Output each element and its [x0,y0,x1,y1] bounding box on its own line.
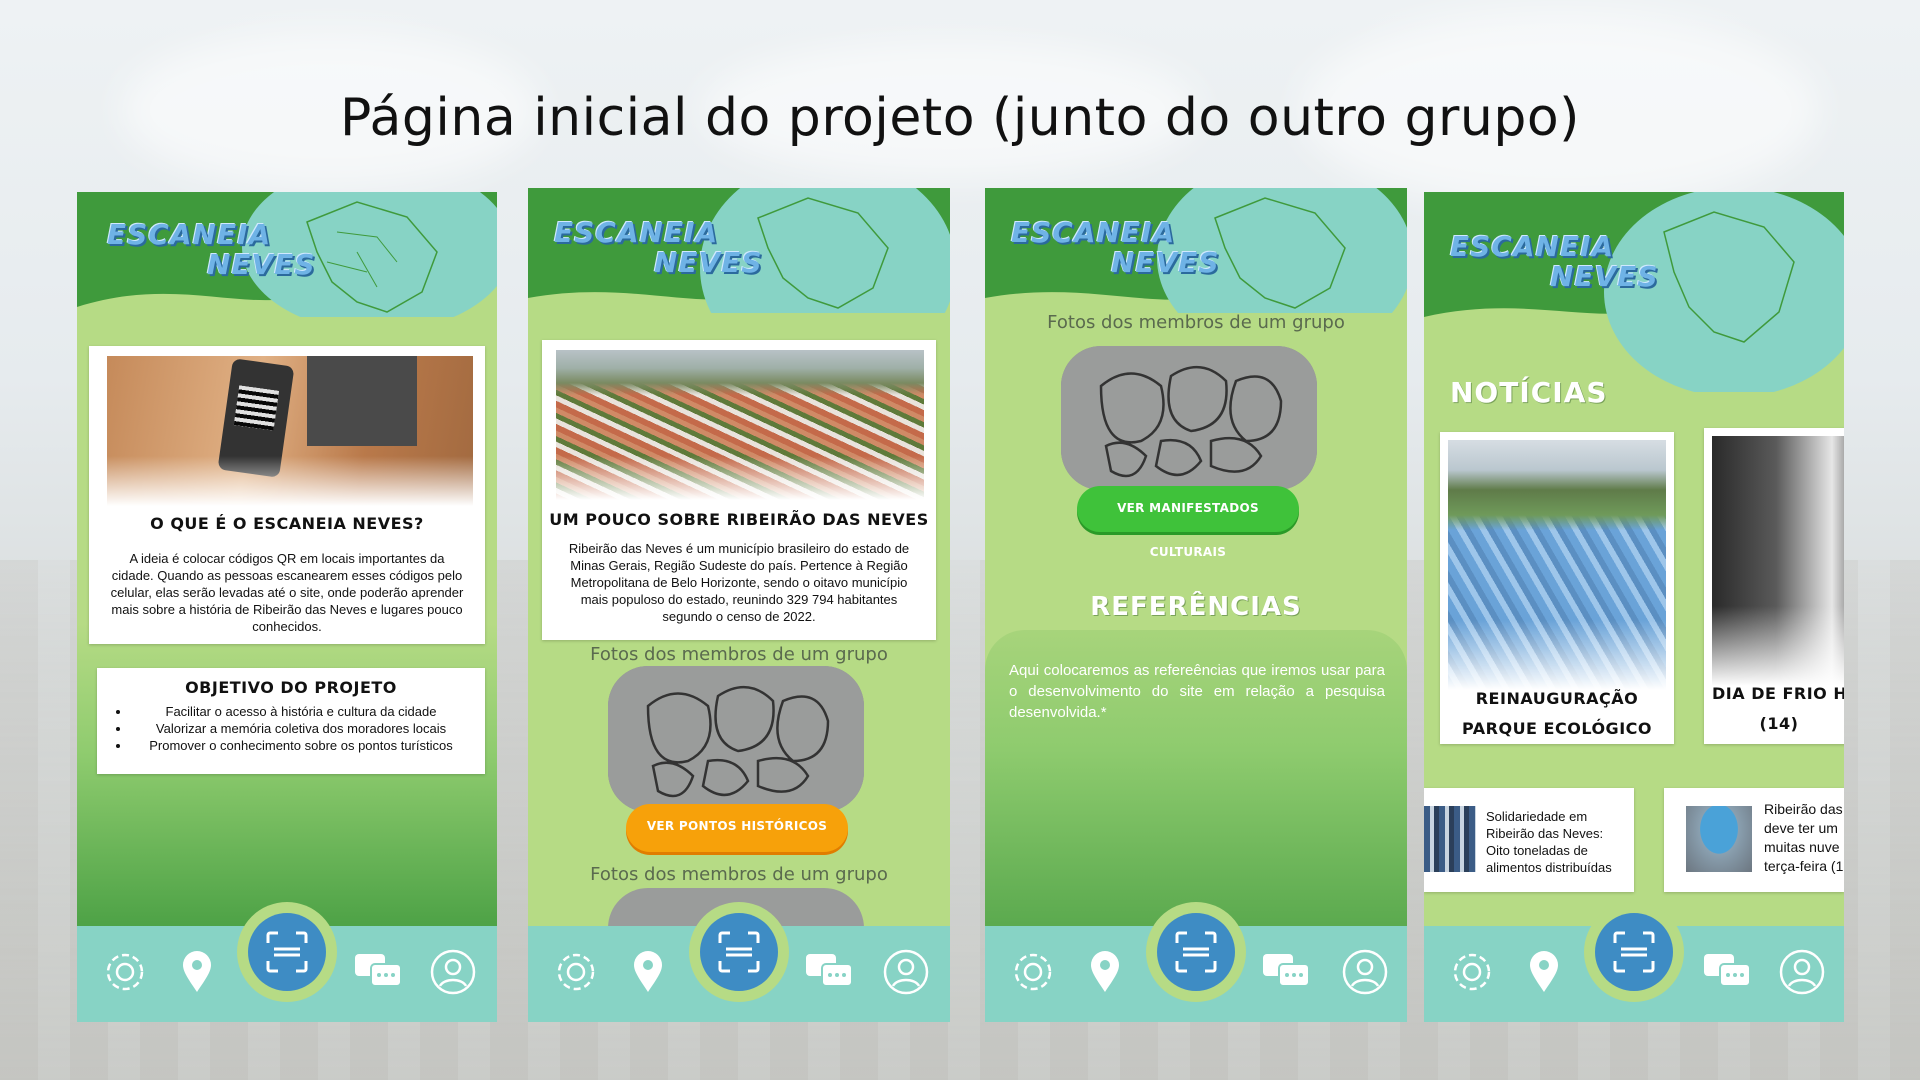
user-icon[interactable] [1339,946,1391,998]
food-donation-photo [1424,806,1476,872]
qr-scan-button[interactable] [1146,902,1246,1002]
logo-line2: NEVES [1550,260,1659,293]
logo-line1: ESCANEIA [1011,216,1176,249]
phone-screen-references: ESCANEIA NEVES Fotos dos membros de um g… [985,188,1407,1022]
city-title: UM POUCO SOBRE RIBEIRÃO DAS NEVES [549,510,929,529]
phone-screen-news: ESCANEIA NEVES NOTÍCIAS REINAUGURAÇÃO PA… [1424,192,1844,1022]
group-photo-caption: Fotos dos membros de um grupo [590,644,888,665]
about-title: O QUE É O ESCANEIA NEVES? [150,514,424,533]
qr-phone-photo [107,356,473,506]
photo-fade [1448,620,1666,690]
news-card[interactable]: REINAUGURAÇÃO PARQUE ECOLÓGICO [1440,432,1674,744]
references-title: REFERÊNCIAS [1090,592,1302,622]
objective-item: Valorizar a memória coletiva dos morador… [131,720,485,737]
location-pin-icon[interactable] [1518,946,1570,998]
objective-list: Facilitar o acesso à história e cultura … [97,703,485,754]
chat-icon[interactable] [1261,946,1313,998]
app-logo[interactable]: ESCANEIA NEVES [554,218,763,278]
rain-umbrella-photo [1686,806,1752,872]
qr-scan-icon [1613,931,1655,973]
group-photo-caption: Fotos dos membros de um grupo [590,864,888,885]
qr-scan-icon [266,931,308,973]
doodle-faces-drawing [608,666,864,812]
logo-line1: ESCANEIA [1450,230,1615,263]
objective-item: Promover o conhecimento sobre os pontos … [131,737,485,754]
bottom-nav [1424,902,1844,1022]
photo-fade [556,456,924,500]
qr-code-image [233,385,279,431]
news-card-subtitle: (14) [1759,714,1799,733]
gear-icon[interactable] [550,946,602,998]
app-logo[interactable]: ESCANEIA NEVES [107,220,316,280]
doodle-faces-drawing [1061,346,1317,490]
historic-points-button[interactable]: VER PONTOS HISTÓRICOS [626,804,848,852]
city-card: UM POUCO SOBRE RIBEIRÃO DAS NEVES Ribeir… [542,340,936,640]
bottom-nav [985,902,1407,1022]
chat-icon[interactable] [353,946,405,998]
news-list-text: Ribeirão das deve ter um muitas nuve ter… [1764,801,1844,874]
chat-icon[interactable] [1702,946,1754,998]
location-pin-icon[interactable] [171,946,223,998]
ecological-park-photo [1448,440,1666,690]
news-card-title: REINAUGURAÇÃO PARQUE ECOLÓGICO [1462,689,1652,738]
qr-scan-button[interactable] [689,902,789,1002]
logo-line1: ESCANEIA [107,218,272,251]
bottom-nav [77,902,497,1022]
logo-line2: NEVES [1111,246,1220,279]
gear-icon[interactable] [99,946,151,998]
photo-fade [107,456,473,506]
about-text: A ideia é colocar códigos QR em locais i… [110,551,464,634]
location-pin-icon[interactable] [1079,946,1131,998]
logo-line2: NEVES [654,246,763,279]
logo-line2: NEVES [207,248,316,281]
news-section-title: NOTÍCIAS [1450,376,1608,409]
qr-scan-icon [1175,931,1217,973]
qr-scan-icon [718,931,760,973]
app-logo[interactable]: ESCANEIA NEVES [1450,232,1659,292]
news-card[interactable]: DIA DE FRIO HO (14) [1704,428,1844,744]
gear-icon[interactable] [1446,946,1498,998]
group-photo [608,666,864,812]
qr-scan-button[interactable] [1584,902,1684,1002]
tablet-device [307,356,417,446]
slide-title: Página inicial do projeto (junto do outr… [340,88,1580,148]
city-aerial-photo [556,350,924,500]
user-icon[interactable] [1776,946,1828,998]
user-icon[interactable] [880,946,932,998]
location-pin-icon[interactable] [622,946,674,998]
news-list-item[interactable]: Solidariedade em Ribeirão das Neves: Oit… [1424,788,1634,892]
bottom-nav [528,902,950,1022]
news-card-title: DIA DE FRIO HO [1712,684,1844,703]
news-list-text: Solidariedade em Ribeirão das Neves: Oit… [1486,809,1612,875]
gear-icon[interactable] [1007,946,1059,998]
cultural-manifestations-button[interactable]: VER MANIFESTADOS CULTURAIS [1077,486,1299,559]
objective-title: OBJETIVO DO PROJETO [185,678,397,697]
news-list-item[interactable]: Ribeirão das deve ter um muitas nuve ter… [1664,788,1844,892]
phone-screen-home: ESCANEIA NEVES O QUE É O ESCANEIA NEVES?… [77,192,497,1022]
about-card: O QUE É O ESCANEIA NEVES? A ideia é colo… [89,346,485,644]
user-icon[interactable] [427,946,479,998]
photo-fade [1712,606,1844,686]
group-photo-caption: Fotos dos membros de um grupo [1047,312,1345,333]
chat-icon[interactable] [804,946,856,998]
qr-scan-button[interactable] [237,902,337,1002]
objective-item: Facilitar o acesso à história e cultura … [131,703,485,720]
city-text: Ribeirão das Neves é um município brasil… [568,541,910,624]
phone-screen-about-city: ESCANEIA NEVES UM POUCO SOBRE RIBEIRÃO D… [528,188,950,1022]
cold-day-photo [1712,436,1844,686]
objective-card: OBJETIVO DO PROJETO Facilitar o acesso à… [97,668,485,774]
group-photo [1061,346,1317,490]
references-text: Aqui colocaremos as refereências que ire… [1009,662,1385,721]
app-logo[interactable]: ESCANEIA NEVES [1011,218,1220,278]
logo-line1: ESCANEIA [554,216,719,249]
